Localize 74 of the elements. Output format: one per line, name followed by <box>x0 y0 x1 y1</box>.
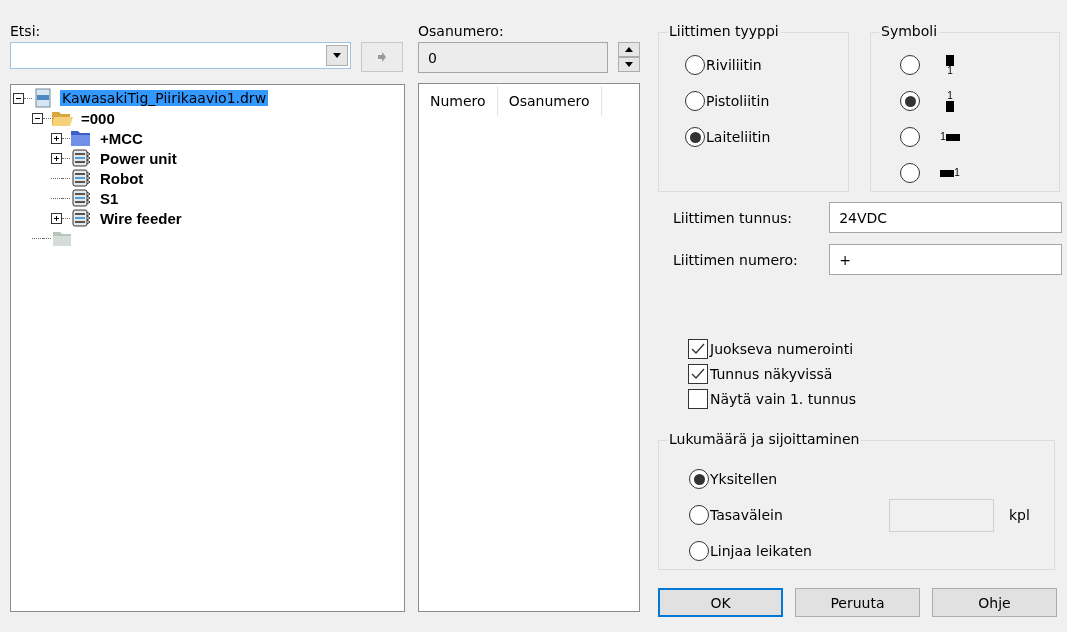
field-label: Liittimen numero: <box>673 251 799 268</box>
search-label: Etsi: <box>10 22 41 41</box>
radio-button[interactable] <box>689 505 709 525</box>
field-label: Liittimen tunnus: <box>673 209 793 226</box>
group-title: Liittimen tyyppi <box>667 23 781 39</box>
collapse-icon[interactable] <box>32 112 43 124</box>
checkmark-icon <box>691 367 705 380</box>
dropdown-caret-icon[interactable] <box>333 53 341 58</box>
tree-item[interactable]: KawasakiTig_Piirikaavio1.drw <box>60 90 269 106</box>
device-icon <box>70 148 92 168</box>
checkbox-label[interactable]: Näytä vain 1. tunnus <box>710 390 856 407</box>
text-field[interactable]: 24VDC <box>829 202 1062 233</box>
spin-up-button[interactable] <box>618 42 640 57</box>
radio-button[interactable] <box>689 541 709 561</box>
text-field[interactable]: + <box>829 244 1062 275</box>
option-label[interactable]: Pistoliitin <box>706 93 770 109</box>
search-combo-field[interactable] <box>10 42 351 69</box>
spin-down-button[interactable] <box>618 57 640 72</box>
symbol-number: 1 <box>947 90 953 101</box>
radio-button[interactable] <box>685 55 705 75</box>
terminal-block-icon <box>946 100 954 112</box>
radio-button[interactable] <box>900 91 920 111</box>
checkbox-label[interactable]: Juokseva numerointi <box>710 340 854 357</box>
group-title: Lukumäärä ja sijoittaminen <box>667 431 862 447</box>
expand-icon[interactable] <box>51 212 62 224</box>
terminal-block-icon <box>940 169 955 177</box>
unit-label: kpl <box>1009 507 1030 523</box>
expand-icon[interactable] <box>51 132 62 144</box>
option-label[interactable]: Yksitellen <box>710 471 778 487</box>
folder-icon <box>70 128 92 148</box>
device-icon <box>70 208 92 228</box>
quantity-field[interactable] <box>889 498 994 532</box>
dialog-button[interactable]: OK <box>658 588 783 617</box>
option-label[interactable]: Laiteliitin <box>706 129 771 145</box>
tree-item[interactable]: =000 <box>79 109 117 127</box>
tree-item[interactable]: S1 <box>98 189 121 207</box>
tree-item[interactable]: Robot <box>98 169 146 187</box>
dialog-button[interactable]: Peruuta <box>795 588 920 617</box>
radio-button[interactable] <box>900 127 920 147</box>
terminal-block-icon <box>945 133 960 141</box>
device-icon <box>70 188 92 208</box>
caret-down-icon <box>625 62 633 67</box>
tree-item[interactable]: +MCC <box>98 129 145 147</box>
tree-item[interactable]: Power unit <box>98 149 179 167</box>
option-label[interactable]: Linjaa leikaten <box>710 543 812 559</box>
radio-button[interactable] <box>685 91 705 111</box>
option-label[interactable]: Tasavälein <box>710 507 783 523</box>
expand-icon[interactable] <box>51 152 62 164</box>
tree-item[interactable]: Wire feeder <box>98 209 184 227</box>
checkbox[interactable] <box>688 388 708 409</box>
dialog-button[interactable]: Ohje <box>932 588 1057 617</box>
radio-button[interactable] <box>685 127 705 147</box>
part-number-label: Osanumero: <box>418 22 504 41</box>
arrow-right-icon <box>378 52 386 62</box>
radio-button[interactable] <box>900 55 920 75</box>
radio-button[interactable] <box>689 469 709 489</box>
device-icon <box>70 168 92 188</box>
symbol-number: 1 <box>954 168 960 178</box>
checkmark-icon <box>691 342 705 355</box>
symbol-number: 1 <box>947 65 953 76</box>
part-number-field[interactable]: 0 <box>418 42 608 73</box>
checkbox-label[interactable]: Tunnus näkyvissä <box>710 365 833 382</box>
column-header[interactable]: Osanumero <box>497 85 602 116</box>
document-icon <box>32 88 54 108</box>
symbol-number: 1 <box>940 132 946 142</box>
checkbox[interactable] <box>688 363 708 384</box>
collapse-icon[interactable] <box>13 92 24 104</box>
caret-up-icon <box>625 47 633 52</box>
option-label[interactable]: Riviliitin <box>706 57 762 73</box>
radio-button[interactable] <box>900 163 920 183</box>
terminal-block-icon <box>946 54 954 66</box>
group-title: Symboli <box>879 23 940 39</box>
column-header[interactable]: Numero <box>419 85 498 116</box>
checkbox[interactable] <box>688 338 708 359</box>
